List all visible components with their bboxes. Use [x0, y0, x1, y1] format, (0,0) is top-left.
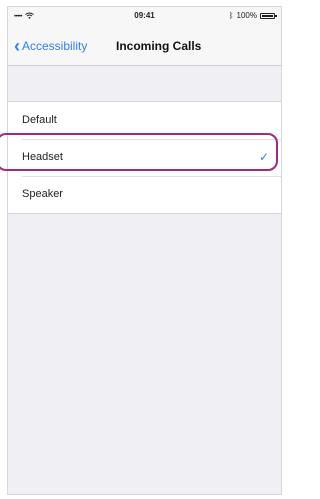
option-default[interactable]: Default — [8, 102, 281, 139]
battery-percent: 100% — [236, 11, 257, 20]
checkmark-icon: ✓ — [258, 150, 269, 164]
page-title: Incoming Calls — [116, 39, 202, 53]
navigation-bar: ‹ Accessibility Incoming Calls — [8, 27, 281, 66]
option-label: Speaker — [22, 188, 63, 200]
status-right: ᛒ 100% — [228, 11, 277, 20]
option-label: Default — [22, 114, 57, 126]
option-headset[interactable]: Headset ✓ — [8, 139, 281, 176]
phone-screen: ••••• 09:41 ᛒ 100% ‹ Accessibility Incom… — [7, 6, 282, 495]
battery-icon — [260, 13, 277, 19]
bluetooth-icon: ᛒ — [228, 11, 234, 20]
option-label: Headset — [22, 151, 63, 163]
chevron-left-icon: ‹ — [14, 36, 20, 56]
status-bar: ••••• 09:41 ᛒ 100% — [8, 7, 281, 27]
options-list: Default Headset ✓ Speaker — [8, 101, 281, 214]
back-button-label: Accessibility — [22, 39, 88, 53]
back-button[interactable]: ‹ Accessibility — [14, 36, 88, 56]
option-speaker[interactable]: Speaker — [8, 176, 281, 213]
